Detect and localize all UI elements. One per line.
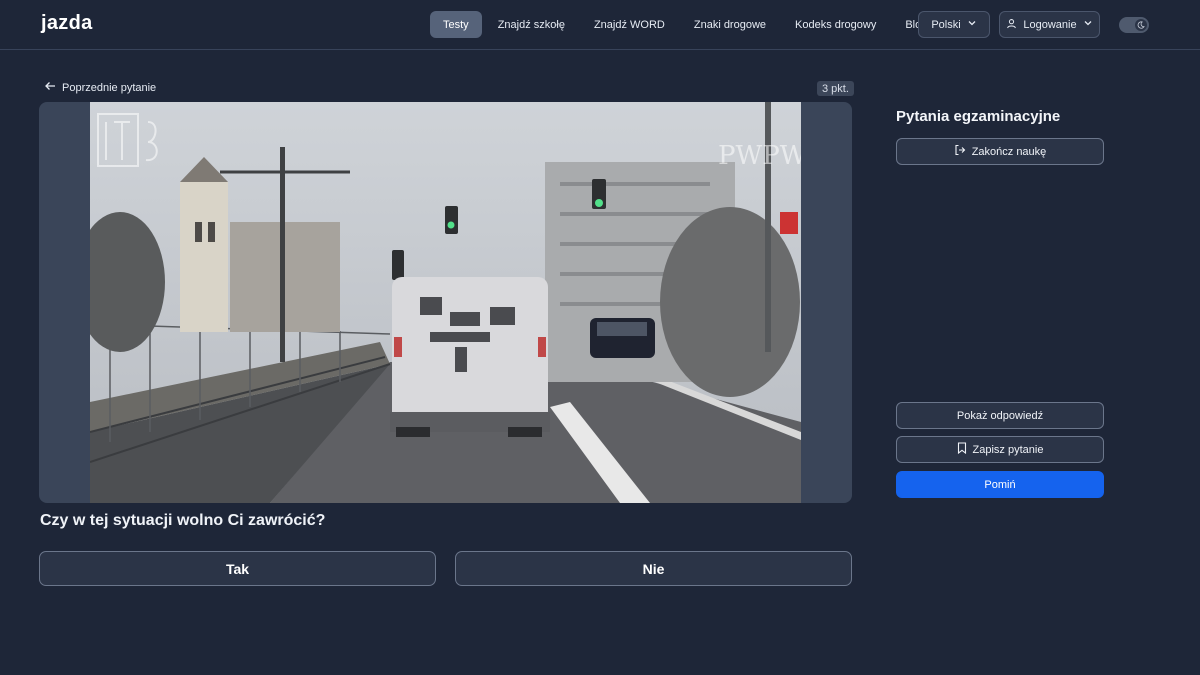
moon-icon bbox=[1135, 19, 1147, 31]
language-select[interactable]: Polski bbox=[918, 11, 990, 38]
question-media: PWPW bbox=[39, 102, 852, 503]
user-icon bbox=[1006, 18, 1017, 32]
logo-text: jazda bbox=[41, 12, 93, 34]
show-answer-button[interactable]: Pokaż odpowiedź bbox=[896, 402, 1104, 429]
save-question-button[interactable]: Zapisz pytanie bbox=[896, 436, 1104, 463]
show-answer-label: Pokaż odpowiedź bbox=[956, 409, 1044, 422]
points-badge: 3 pkt. bbox=[817, 81, 854, 96]
language-label: Polski bbox=[931, 18, 961, 31]
chevron-down-icon bbox=[1083, 18, 1093, 31]
site-logo[interactable]: jazda bbox=[41, 12, 93, 35]
nav-road-code[interactable]: Kodeks drogowy bbox=[782, 11, 889, 38]
login-label: Logowanie bbox=[1023, 18, 1077, 31]
theme-toggle[interactable] bbox=[1119, 17, 1149, 33]
save-question-label: Zapisz pytanie bbox=[972, 443, 1044, 456]
nav-find-school[interactable]: Znajdź szkołę bbox=[485, 11, 578, 38]
pwpw-watermark: PWPW bbox=[718, 141, 801, 171]
bookmark-icon bbox=[957, 442, 967, 457]
answer-no-button[interactable]: Nie bbox=[455, 551, 852, 586]
main-nav: Testy Znajdź szkołę Znajdź WORD Znaki dr… bbox=[430, 11, 943, 38]
answer-yes-button[interactable]: Tak bbox=[39, 551, 436, 586]
nav-find-word[interactable]: Znajdź WORD bbox=[581, 11, 678, 38]
question-text: Czy w tej sytuacji wolno Ci zawrócić? bbox=[40, 512, 326, 529]
chevron-down-icon bbox=[967, 18, 977, 31]
skip-button[interactable]: Pomiń bbox=[896, 471, 1104, 498]
logout-icon bbox=[954, 144, 966, 159]
sidebar-title: Pytania egzaminacyjne bbox=[896, 108, 1061, 125]
nav-road-signs[interactable]: Znaki drogowe bbox=[681, 11, 779, 38]
top-navbar: jazda Testy Znajdź szkołę Znajdź WORD Zn… bbox=[0, 0, 1200, 50]
arrow-left-icon bbox=[44, 81, 56, 94]
login-button[interactable]: Logowanie bbox=[999, 11, 1100, 38]
previous-question-link[interactable]: Poprzednie pytanie bbox=[44, 81, 156, 94]
skip-label: Pomiń bbox=[984, 478, 1016, 491]
previous-question-label: Poprzednie pytanie bbox=[62, 81, 157, 94]
road-scene-image: PWPW bbox=[90, 102, 801, 503]
end-learning-button[interactable]: Zakończ naukę bbox=[896, 138, 1104, 165]
nav-testy[interactable]: Testy bbox=[430, 11, 482, 38]
end-learning-label: Zakończ naukę bbox=[971, 145, 1047, 158]
